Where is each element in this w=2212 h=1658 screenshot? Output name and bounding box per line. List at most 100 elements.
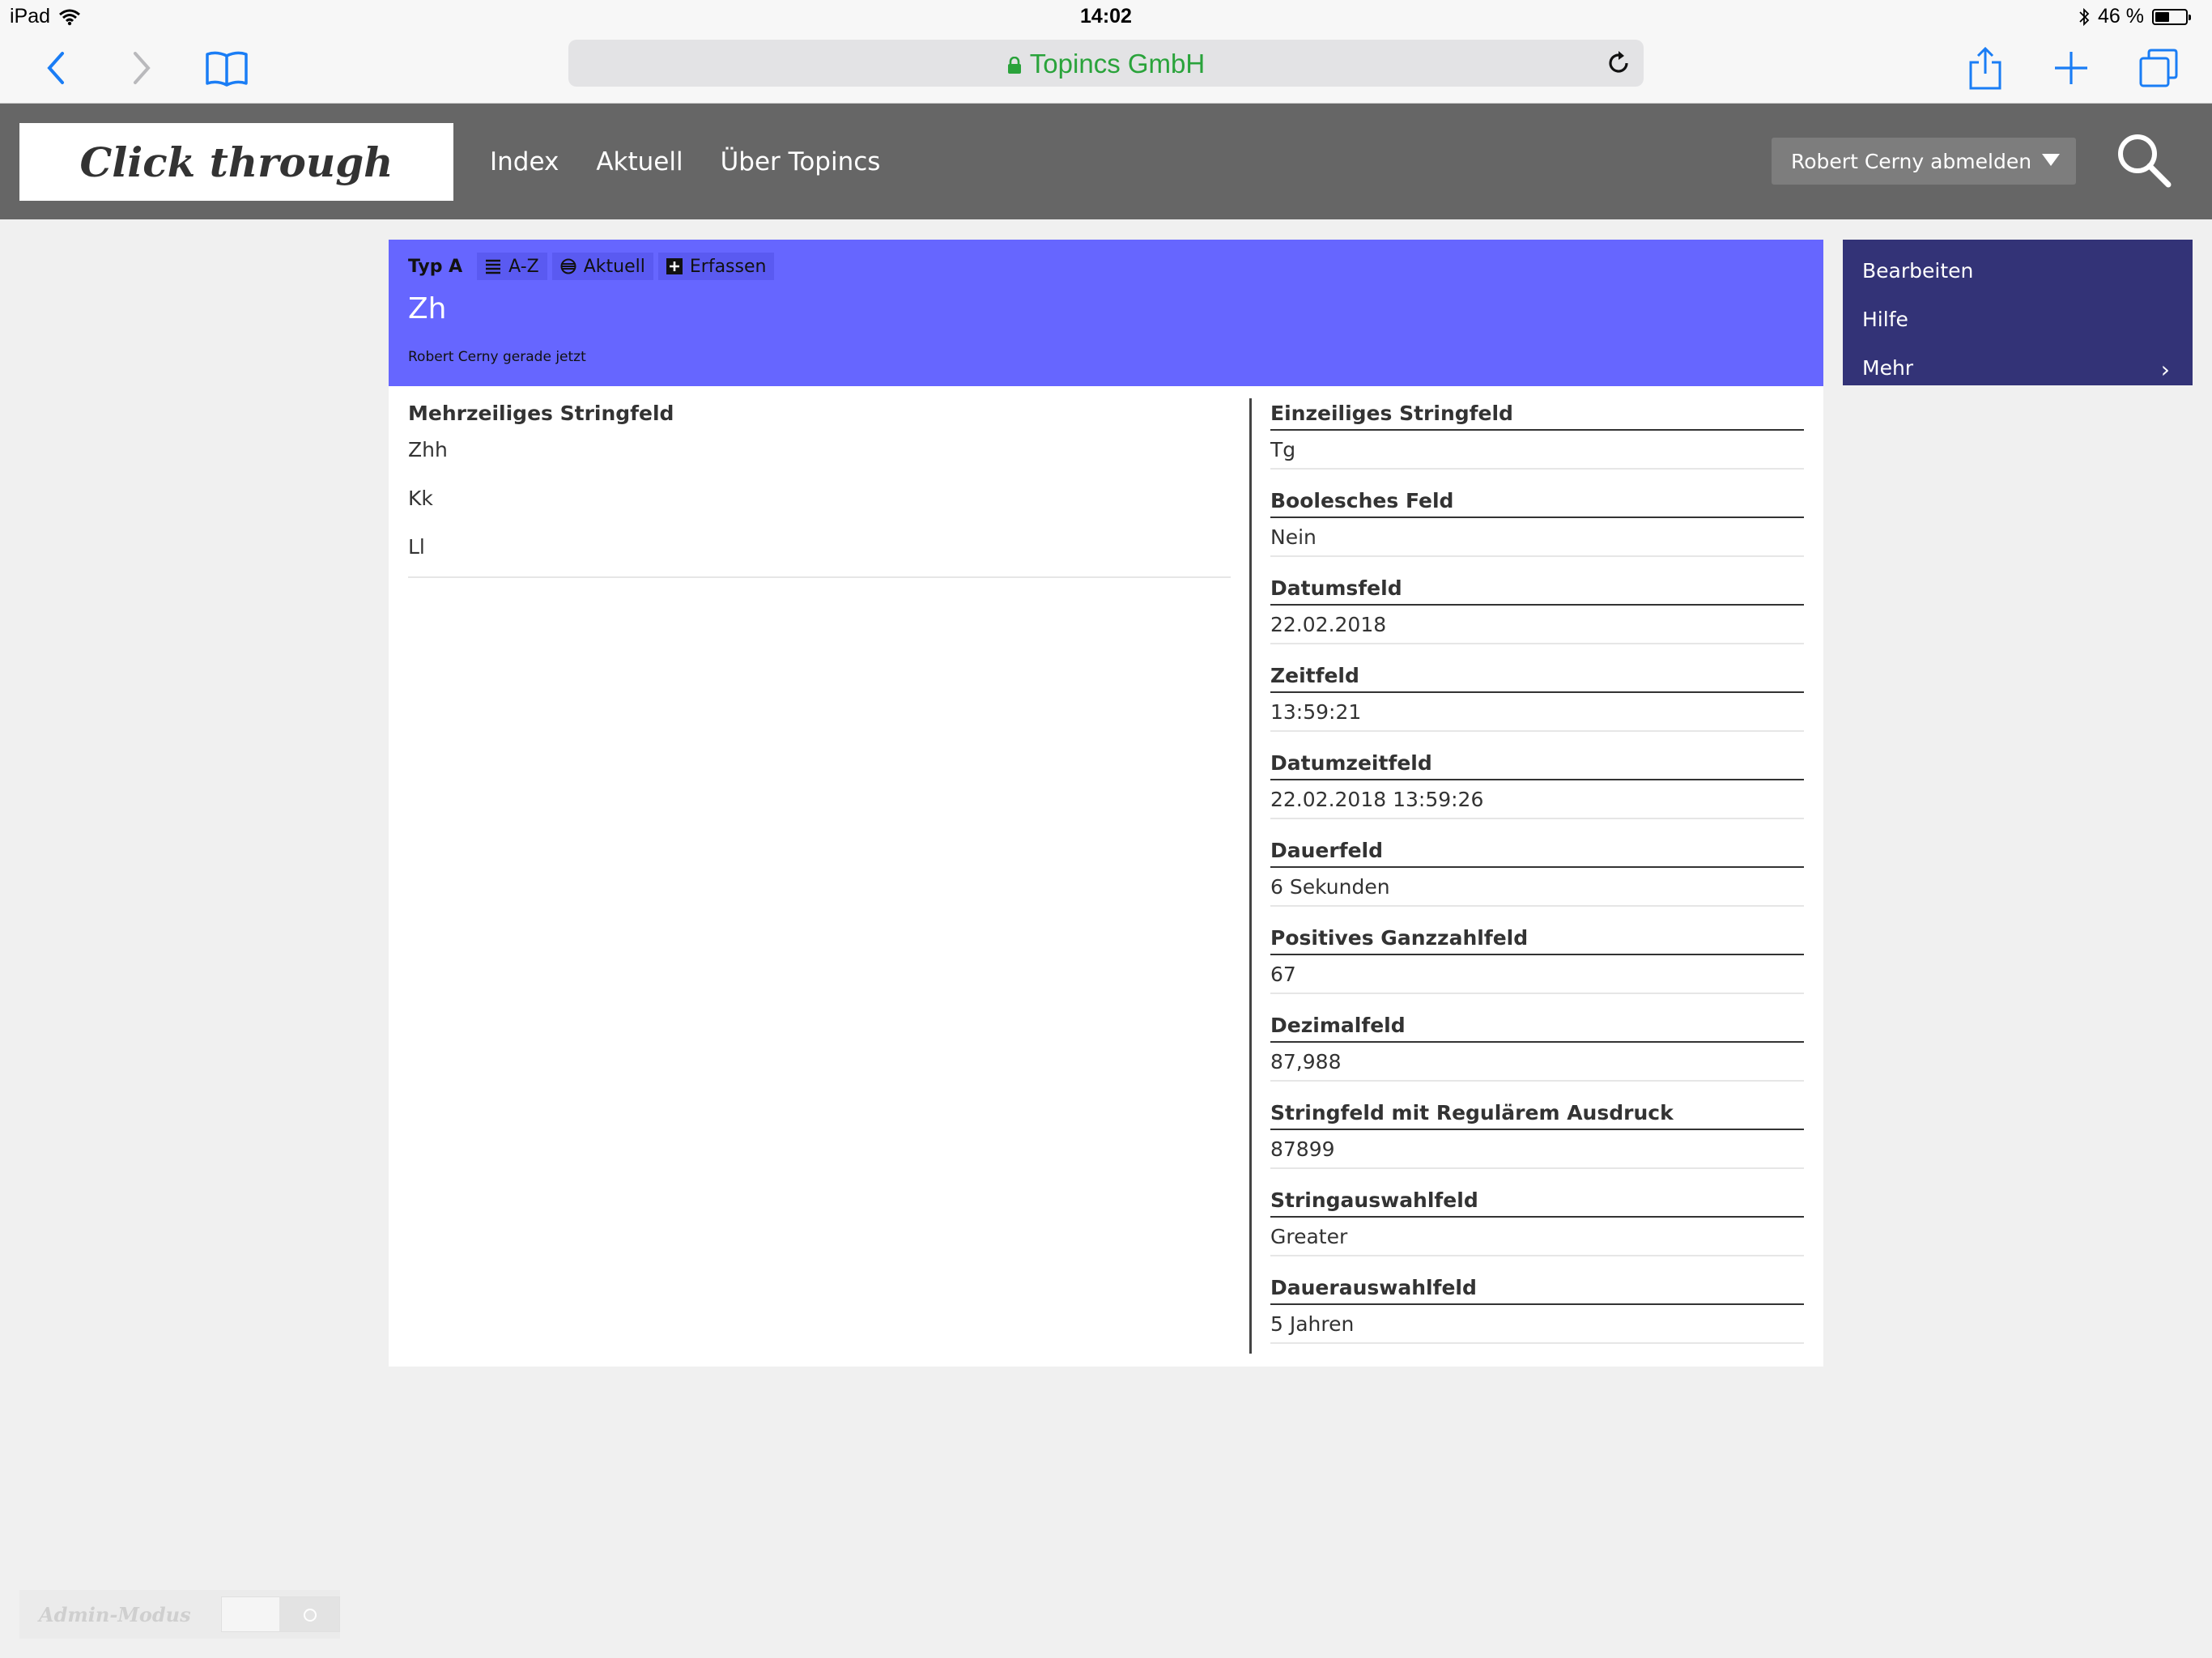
right-column: Einzeiliges Stringfeld Tg Boolesches Fel…	[1270, 402, 1804, 1363]
side-menu: Bearbeiten Hilfe Mehr ›	[1843, 240, 2193, 385]
field-value-line: Kk	[408, 487, 433, 510]
erfassen-button[interactable]: Erfassen	[657, 253, 775, 280]
field-value: 13:59:21	[1270, 693, 1804, 732]
field-label: Mehrzeiliges Stringfeld	[408, 402, 674, 425]
bookmarks-button[interactable]	[204, 45, 249, 91]
field-stringfeld-regex: Stringfeld mit Regulärem Ausdruck 87899	[1270, 1101, 1804, 1188]
record-header: Typ A A-Z Aktuell Erfassen Zh Robert Cer…	[389, 240, 1823, 386]
record-title: Zh	[408, 292, 447, 325]
back-button[interactable]	[34, 45, 79, 91]
status-bar: iPad 14:02 46 %	[0, 0, 2212, 32]
field-label: Datumzeitfeld	[1270, 751, 1804, 780]
field-label: Stringauswahlfeld	[1270, 1188, 1804, 1218]
record-meta: Robert Cerny gerade jetzt	[408, 349, 586, 365]
chevron-left-icon	[47, 52, 64, 84]
field-value: Greater	[1270, 1218, 1804, 1256]
new-tab-button[interactable]	[2048, 45, 2094, 91]
battery-percent: 46 %	[2098, 5, 2144, 28]
status-right: 46 %	[2078, 5, 2191, 28]
search-icon[interactable]	[2115, 131, 2173, 189]
field-value-line: Zhh	[408, 438, 448, 461]
menu-mehr[interactable]: Mehr ›	[1843, 346, 2193, 395]
field-positives-ganzzahlfeld: Positives Ganzzahlfeld 67	[1270, 926, 1804, 1014]
address-bar[interactable]: Topincs GmbH	[568, 40, 1644, 87]
field-value: Tg	[1270, 431, 1804, 470]
erfassen-label: Erfassen	[689, 256, 767, 277]
field-value: 5 Jahren	[1270, 1305, 1804, 1344]
field-value: 22.02.2018 13:59:26	[1270, 780, 1804, 819]
field-label: Stringfeld mit Regulärem Ausdruck	[1270, 1101, 1804, 1130]
az-label: A-Z	[508, 256, 539, 277]
book-icon	[206, 51, 248, 87]
chevron-right-icon: ›	[2160, 356, 2170, 383]
field-label: Dezimalfeld	[1270, 1014, 1804, 1043]
clock: 14:02	[1080, 5, 1132, 28]
record-type[interactable]: Typ A	[408, 257, 462, 277]
menu-label: Hilfe	[1862, 308, 1908, 331]
nav-ueber-topincs[interactable]: Über Topincs	[721, 147, 881, 176]
browser-toolbar: Topincs GmbH	[0, 32, 2212, 104]
field-value: 87899	[1270, 1130, 1804, 1169]
aktuell-button[interactable]: Aktuell	[551, 253, 653, 280]
tabs-icon	[2139, 49, 2178, 87]
field-zeitfeld: Zeitfeld 13:59:21	[1270, 664, 1804, 751]
user-logout-select[interactable]: Robert Cerny abmelden	[1772, 138, 2076, 185]
field-value-line: Ll	[408, 535, 425, 559]
field-dauerauswahlfeld: Dauerauswahlfeld 5 Jahren	[1270, 1276, 1804, 1363]
field-datumsfeld: Datumsfeld 22.02.2018	[1270, 576, 1804, 664]
type-toolbar: Typ A A-Z Aktuell Erfassen	[408, 253, 775, 280]
address-display: Topincs GmbH	[568, 49, 1644, 79]
recent-list-icon	[560, 258, 576, 274]
admin-mode-label: Admin-Modus	[39, 1602, 191, 1626]
field-label: Dauerauswahlfeld	[1270, 1276, 1804, 1305]
plus-icon	[2055, 52, 2087, 84]
admin-mode-toggle[interactable]	[220, 1596, 340, 1632]
menu-label: Bearbeiten	[1862, 259, 1974, 283]
chevron-right-icon	[134, 52, 151, 84]
reload-icon[interactable]	[1605, 49, 1632, 77]
add-box-icon	[666, 258, 683, 274]
site-header: Click through Index Aktuell Über Topincs…	[0, 104, 2212, 219]
field-label: Boolesches Feld	[1270, 489, 1804, 518]
field-divider	[408, 576, 1231, 578]
main-nav: Index Aktuell Über Topincs	[490, 104, 880, 219]
field-dauerfeld: Dauerfeld 6 Sekunden	[1270, 839, 1804, 926]
field-label: Zeitfeld	[1270, 664, 1804, 693]
menu-hilfe[interactable]: Hilfe	[1843, 298, 2193, 346]
lock-icon	[1007, 57, 1021, 74]
field-datumzeitfeld: Datumzeitfeld 22.02.2018 13:59:26	[1270, 751, 1804, 839]
left-column: Mehrzeiliges Stringfeld Zhh Kk Ll	[408, 402, 1231, 578]
url-text: Topincs GmbH	[1029, 49, 1206, 79]
az-button[interactable]: A-Z	[477, 253, 547, 280]
bluetooth-icon	[2079, 7, 2090, 26]
share-button[interactable]	[1963, 45, 2008, 91]
forward-button[interactable]	[118, 45, 164, 91]
field-label: Datumsfeld	[1270, 576, 1804, 606]
field-dezimalfeld: Dezimalfeld 87,988	[1270, 1014, 1804, 1101]
battery-icon	[2152, 8, 2191, 25]
multiline-field: Mehrzeiliges Stringfeld Zhh Kk Ll	[408, 402, 1231, 578]
field-value: 67	[1270, 955, 1804, 994]
menu-bearbeiten[interactable]: Bearbeiten	[1843, 249, 2193, 298]
menu-label: Mehr	[1862, 356, 1914, 380]
field-value: 22.02.2018	[1270, 606, 1804, 644]
site-logo[interactable]: Click through	[19, 123, 453, 201]
aktuell-label: Aktuell	[583, 256, 645, 277]
field-stringauswahlfeld: Stringauswahlfeld Greater	[1270, 1188, 1804, 1276]
field-boolesches-feld: Boolesches Feld Nein	[1270, 489, 1804, 576]
list-icon	[485, 258, 501, 274]
toggle-knob	[279, 1597, 339, 1631]
column-divider	[1249, 398, 1252, 1354]
admin-mode: Admin-Modus	[19, 1590, 340, 1639]
nav-aktuell[interactable]: Aktuell	[596, 147, 683, 176]
nav-index[interactable]: Index	[490, 147, 559, 176]
caret-down-icon	[2042, 154, 2060, 166]
field-value: Nein	[1270, 518, 1804, 557]
tabs-button[interactable]	[2136, 45, 2181, 91]
field-value: 6 Sekunden	[1270, 868, 1804, 907]
share-icon	[1969, 46, 2001, 90]
user-logout-label: Robert Cerny abmelden	[1791, 149, 2032, 173]
record-card: Typ A A-Z Aktuell Erfassen Zh Robert Cer…	[389, 240, 1823, 1367]
field-value: 87,988	[1270, 1043, 1804, 1082]
field-einzeiliges-stringfeld: Einzeiliges Stringfeld Tg	[1270, 402, 1804, 489]
